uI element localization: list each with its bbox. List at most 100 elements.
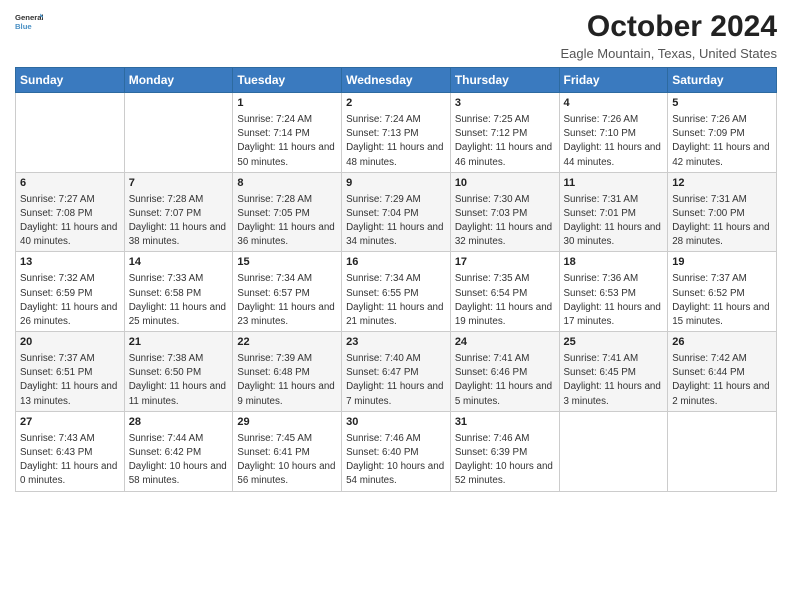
day-header-tuesday: Tuesday <box>233 68 342 93</box>
calendar-cell: 26 Sunrise: 7:42 AM Sunset: 6:44 PM Dayli… <box>668 332 777 412</box>
day-number: 9 <box>346 176 446 191</box>
day-number: 17 <box>455 255 555 270</box>
calendar-cell: 6 Sunrise: 7:27 AM Sunset: 7:08 PM Daylig… <box>16 172 125 252</box>
day-number: 24 <box>455 335 555 350</box>
day-number: 30 <box>346 415 446 430</box>
logo-icon: General Blue <box>15 10 43 38</box>
day-number: 22 <box>237 335 337 350</box>
calendar-cell: 16 Sunrise: 7:34 AM Sunset: 6:55 PM Dayli… <box>342 252 451 332</box>
week-row-1: 1 Sunrise: 7:24 AM Sunset: 7:14 PM Daylig… <box>16 93 777 173</box>
day-info: Sunrise: 7:26 AM Sunset: 7:09 PM Dayligh… <box>672 114 769 168</box>
day-info: Sunrise: 7:34 AM Sunset: 6:55 PM Dayligh… <box>346 273 443 327</box>
calendar-cell: 15Sunrise: 7:34 AM Sunset: 6:57 PM Dayli… <box>233 252 342 332</box>
day-number: 15 <box>237 255 337 270</box>
calendar-cell: 30 Sunrise: 7:46 AM Sunset: 6:40 PM Dayli… <box>342 411 451 491</box>
calendar-cell: 7 Sunrise: 7:28 AM Sunset: 7:07 PM Daylig… <box>124 172 233 252</box>
calendar-cell: 12Sunrise: 7:31 AM Sunset: 7:00 PM Dayli… <box>668 172 777 252</box>
day-header-thursday: Thursday <box>450 68 559 93</box>
day-info: Sunrise: 7:30 AM Sunset: 7:03 PM Dayligh… <box>455 194 552 248</box>
calendar-cell: 19Sunrise: 7:37 AM Sunset: 6:52 PM Dayli… <box>668 252 777 332</box>
day-info: Sunrise: 7:41 AM Sunset: 6:46 PM Dayligh… <box>455 353 552 407</box>
calendar-page: General Blue General Blue October 2024 E… <box>0 0 792 612</box>
day-info: Sunrise: 7:45 AM Sunset: 6:41 PM Dayligh… <box>237 433 335 487</box>
day-number: 29 <box>237 415 337 430</box>
calendar-table: SundayMondayTuesdayWednesdayThursdayFrid… <box>15 67 777 492</box>
calendar-cell: 4 Sunrise: 7:26 AM Sunset: 7:10 PM Daylig… <box>559 93 668 173</box>
calendar-cell: 22 Sunrise: 7:39 AM Sunset: 6:48 PM Dayli… <box>233 332 342 412</box>
week-row-5: 27Sunrise: 7:43 AM Sunset: 6:43 PM Dayli… <box>16 411 777 491</box>
calendar-cell: 28 Sunrise: 7:44 AM Sunset: 6:42 PM Dayli… <box>124 411 233 491</box>
day-header-wednesday: Wednesday <box>342 68 451 93</box>
day-number: 16 <box>346 255 446 270</box>
day-info: Sunrise: 7:40 AM Sunset: 6:47 PM Dayligh… <box>346 353 443 407</box>
day-number: 10 <box>455 176 555 191</box>
calendar-cell: 1 Sunrise: 7:24 AM Sunset: 7:14 PM Daylig… <box>233 93 342 173</box>
day-number: 4 <box>564 96 664 111</box>
calendar-cell: 20 Sunrise: 7:37 AM Sunset: 6:51 PM Dayli… <box>16 332 125 412</box>
day-info: Sunrise: 7:31 AM Sunset: 7:01 PM Dayligh… <box>564 194 661 248</box>
title-area: October 2024 Eagle Mountain, Texas, Unit… <box>560 10 777 61</box>
day-number: 8 <box>237 176 337 191</box>
day-header-friday: Friday <box>559 68 668 93</box>
calendar-cell: 21Sunrise: 7:38 AM Sunset: 6:50 PM Dayli… <box>124 332 233 412</box>
calendar-cell <box>124 93 233 173</box>
calendar-cell: 10 Sunrise: 7:30 AM Sunset: 7:03 PM Dayli… <box>450 172 559 252</box>
day-number: 7 <box>129 176 229 191</box>
calendar-cell: 24 Sunrise: 7:41 AM Sunset: 6:46 PM Dayli… <box>450 332 559 412</box>
calendar-cell: 29 Sunrise: 7:45 AM Sunset: 6:41 PM Dayli… <box>233 411 342 491</box>
day-info: Sunrise: 7:38 AM Sunset: 6:50 PM Dayligh… <box>129 353 226 407</box>
day-header-monday: Monday <box>124 68 233 93</box>
calendar-cell: 11 Sunrise: 7:31 AM Sunset: 7:01 PM Dayli… <box>559 172 668 252</box>
day-info: Sunrise: 7:46 AM Sunset: 6:39 PM Dayligh… <box>455 433 553 487</box>
calendar-cell: 2 Sunrise: 7:24 AM Sunset: 7:13 PM Daylig… <box>342 93 451 173</box>
calendar-cell <box>16 93 125 173</box>
day-number: 20 <box>20 335 120 350</box>
calendar-header: SundayMondayTuesdayWednesdayThursdayFrid… <box>16 68 777 93</box>
day-info: Sunrise: 7:26 AM Sunset: 7:10 PM Dayligh… <box>564 114 661 168</box>
calendar-cell <box>559 411 668 491</box>
calendar-title: October 2024 <box>560 10 777 44</box>
day-info: Sunrise: 7:25 AM Sunset: 7:12 PM Dayligh… <box>455 114 552 168</box>
day-number: 26 <box>672 335 772 350</box>
day-number: 6 <box>20 176 120 191</box>
day-info: Sunrise: 7:35 AM Sunset: 6:54 PM Dayligh… <box>455 273 552 327</box>
day-info: Sunrise: 7:46 AM Sunset: 6:40 PM Dayligh… <box>346 433 444 487</box>
calendar-cell: 23 Sunrise: 7:40 AM Sunset: 6:47 PM Dayli… <box>342 332 451 412</box>
day-header-sunday: Sunday <box>16 68 125 93</box>
day-info: Sunrise: 7:42 AM Sunset: 6:44 PM Dayligh… <box>672 353 769 407</box>
calendar-cell <box>668 411 777 491</box>
day-number: 2 <box>346 96 446 111</box>
day-number: 25 <box>564 335 664 350</box>
day-number: 13 <box>20 255 120 270</box>
day-number: 12 <box>672 176 772 191</box>
day-info: Sunrise: 7:24 AM Sunset: 7:13 PM Dayligh… <box>346 114 443 168</box>
calendar-cell: 5Sunrise: 7:26 AM Sunset: 7:09 PM Daylig… <box>668 93 777 173</box>
day-info: Sunrise: 7:28 AM Sunset: 7:07 PM Dayligh… <box>129 194 226 248</box>
calendar-cell: 25Sunrise: 7:41 AM Sunset: 6:45 PM Dayli… <box>559 332 668 412</box>
day-info: Sunrise: 7:37 AM Sunset: 6:51 PM Dayligh… <box>20 353 117 407</box>
calendar-cell: 27Sunrise: 7:43 AM Sunset: 6:43 PM Dayli… <box>16 411 125 491</box>
calendar-subtitle: Eagle Mountain, Texas, United States <box>560 46 777 61</box>
day-info: Sunrise: 7:24 AM Sunset: 7:14 PM Dayligh… <box>237 114 334 168</box>
day-number: 27 <box>20 415 120 430</box>
day-number: 11 <box>564 176 664 191</box>
header: General Blue General Blue October 2024 E… <box>15 10 777 61</box>
calendar-cell: 31 Sunrise: 7:46 AM Sunset: 6:39 PM Dayli… <box>450 411 559 491</box>
day-number: 28 <box>129 415 229 430</box>
day-number: 31 <box>455 415 555 430</box>
calendar-cell: 17 Sunrise: 7:35 AM Sunset: 6:54 PM Dayli… <box>450 252 559 332</box>
day-info: Sunrise: 7:44 AM Sunset: 6:42 PM Dayligh… <box>129 433 227 487</box>
day-header-saturday: Saturday <box>668 68 777 93</box>
logo: General Blue General Blue <box>15 10 43 38</box>
day-number: 3 <box>455 96 555 111</box>
svg-text:General: General <box>15 13 43 22</box>
day-number: 18 <box>564 255 664 270</box>
calendar-cell: 9Sunrise: 7:29 AM Sunset: 7:04 PM Daylig… <box>342 172 451 252</box>
day-info: Sunrise: 7:27 AM Sunset: 7:08 PM Dayligh… <box>20 194 117 248</box>
days-header-row: SundayMondayTuesdayWednesdayThursdayFrid… <box>16 68 777 93</box>
day-number: 1 <box>237 96 337 111</box>
week-row-4: 20 Sunrise: 7:37 AM Sunset: 6:51 PM Dayli… <box>16 332 777 412</box>
day-number: 23 <box>346 335 446 350</box>
day-info: Sunrise: 7:39 AM Sunset: 6:48 PM Dayligh… <box>237 353 334 407</box>
week-row-3: 13Sunrise: 7:32 AM Sunset: 6:59 PM Dayli… <box>16 252 777 332</box>
